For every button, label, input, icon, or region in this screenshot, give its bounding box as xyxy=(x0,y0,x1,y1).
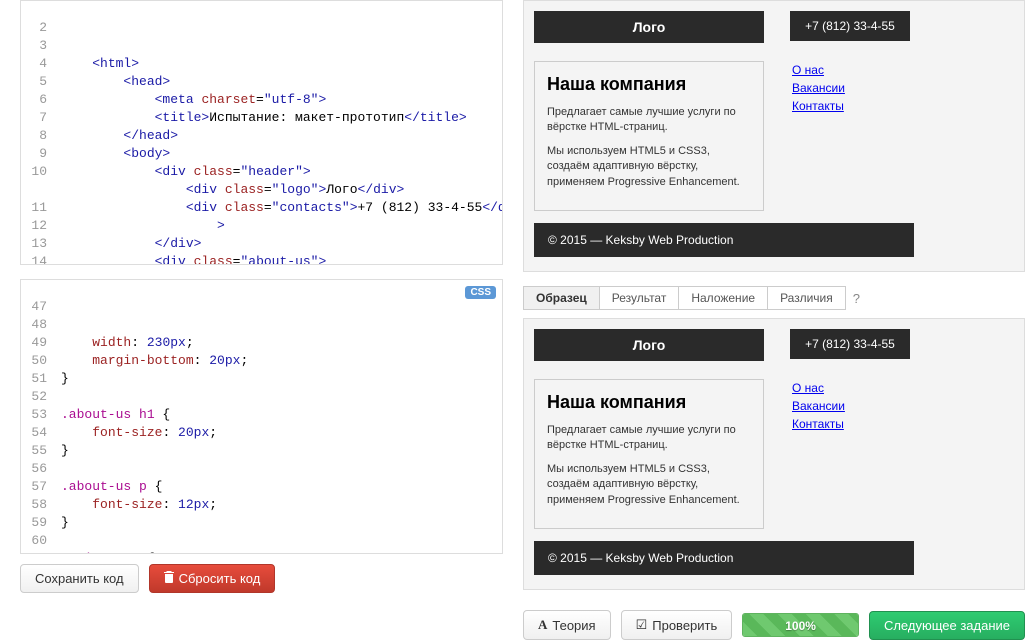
next-button[interactable]: Следующее задание xyxy=(869,611,1025,640)
theory-button-label: Теория xyxy=(552,618,595,633)
tab-help[interactable]: ? xyxy=(853,291,860,306)
progress-bar: 100% xyxy=(742,613,859,637)
preview-result: Лого +7 (812) 33-4-55 Наша компания Пред… xyxy=(523,0,1025,272)
pv-contacts: +7 (812) 33-4-55 xyxy=(790,11,910,41)
left-buttons: Сохранить код Сбросить код xyxy=(0,564,503,593)
progress-label: 100% xyxy=(743,614,858,637)
pv2-menu-link[interactable]: Вакансии xyxy=(792,397,902,415)
right-column: Лого +7 (812) 33-4-55 Наша компания Пред… xyxy=(503,0,1035,619)
pv-about: Наша компания Предлагает самые лучшие ус… xyxy=(534,61,764,211)
pv-about-title: Наша компания xyxy=(547,74,751,95)
tab-diff[interactable]: Различия xyxy=(767,286,846,310)
app-layout: 2345678910 11121314 15 <html> <head> <me… xyxy=(0,0,1035,619)
font-icon: A xyxy=(538,617,547,633)
left-column: 2345678910 11121314 15 <html> <head> <me… xyxy=(0,0,503,619)
pv-menu-link[interactable]: Контакты xyxy=(792,97,902,115)
preview-sample-inner: Лого +7 (812) 33-4-55 Наша компания Пред… xyxy=(534,329,1014,579)
css-editor[interactable]: CSS 474849505152535455565758596061626364… xyxy=(20,279,503,554)
trash-icon xyxy=(164,571,174,586)
pv-footer: © 2015 — Keksby Web Production xyxy=(534,223,914,257)
html-code-body[interactable]: <html> <head> <meta charset="utf-8"> <ti… xyxy=(61,55,502,265)
tabs-bar: Образец Результат Наложение Различия ? xyxy=(523,286,1025,310)
pv2-footer: © 2015 — Keksby Web Production xyxy=(534,541,914,575)
css-code-body[interactable]: width: 230px; margin-bottom: 20px;}.abou… xyxy=(61,334,502,554)
pv-menu-link[interactable]: О нас xyxy=(792,61,902,79)
pv2-menu-link[interactable]: Контакты xyxy=(792,415,902,433)
pv-logo: Лого xyxy=(534,11,764,43)
pv2-menu-link[interactable]: О нас xyxy=(792,379,902,397)
tab-result[interactable]: Результат xyxy=(599,286,680,310)
reset-button-label: Сбросить код xyxy=(179,571,261,586)
pv-about-p2: Мы используем HTML5 и CSS3, создаём адап… xyxy=(547,144,751,190)
css-badge: CSS xyxy=(465,286,496,299)
theory-button[interactable]: A Теория xyxy=(523,610,611,640)
html-editor[interactable]: 2345678910 11121314 15 <html> <head> <me… xyxy=(20,0,503,265)
pv2-about: Наша компания Предлагает самые лучшие ус… xyxy=(534,379,764,529)
css-code[interactable]: 47484950515253545556575859606162636465 w… xyxy=(21,280,502,554)
pv-menu-link[interactable]: Вакансии xyxy=(792,79,902,97)
pv2-about-title: Наша компания xyxy=(547,392,751,413)
css-gutter: 47484950515253545556575859606162636465 xyxy=(21,298,57,554)
check-icon xyxy=(636,617,648,633)
html-gutter: 2345678910 11121314 15 xyxy=(21,19,57,265)
save-button[interactable]: Сохранить код xyxy=(20,564,139,593)
pv2-logo: Лого xyxy=(534,329,764,361)
check-button-label: Проверить xyxy=(652,618,717,633)
tab-sample[interactable]: Образец xyxy=(523,286,600,310)
pv2-contacts: +7 (812) 33-4-55 xyxy=(790,329,910,359)
pv2-menu: О нас Вакансии Контакты xyxy=(792,379,902,433)
tab-overlay[interactable]: Наложение xyxy=(678,286,768,310)
pv2-about-p2: Мы используем HTML5 и CSS3, создаём адап… xyxy=(547,462,751,508)
reset-button[interactable]: Сбросить код xyxy=(149,564,276,593)
html-code[interactable]: 2345678910 11121314 15 <html> <head> <me… xyxy=(21,1,502,265)
pv-about-p1: Предлагает самые лучшие услуги по вёрстк… xyxy=(547,105,751,136)
pv-menu: О нас Вакансии Контакты xyxy=(792,61,902,115)
check-button[interactable]: Проверить xyxy=(621,610,733,640)
pv2-about-p1: Предлагает самые лучшие услуги по вёрстк… xyxy=(547,423,751,454)
preview-result-inner: Лого +7 (812) 33-4-55 Наша компания Пред… xyxy=(534,11,1014,261)
right-buttons: A Теория Проверить 100% Следующее задани… xyxy=(523,604,1025,640)
preview-sample: Лого +7 (812) 33-4-55 Наша компания Пред… xyxy=(523,318,1025,590)
